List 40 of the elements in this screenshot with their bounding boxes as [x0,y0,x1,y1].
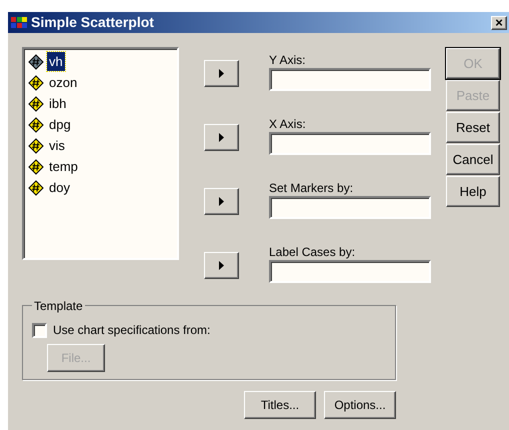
triangle-right-icon [219,197,224,206]
numeric-variable-icon [28,54,44,70]
numeric-variable-icon [28,74,44,90]
close-button[interactable]: × [491,16,507,30]
variable-item[interactable]: ozon [47,72,80,92]
variable-item[interactable]: doy [47,178,72,198]
target-field[interactable] [269,68,431,91]
dialog-button[interactable]: Titles... [244,391,316,419]
dialog-button[interactable]: Cancel [446,144,500,175]
target-field[interactable] [269,260,431,283]
target-label: Label Cases by: [269,245,356,259]
window-title: Simple Scatterplot [31,13,155,32]
triangle-right-icon [219,133,224,142]
variable-item[interactable]: temp [47,156,80,176]
dialog-button[interactable]: Reset [446,112,500,143]
variable-item[interactable]: ibh [47,94,68,114]
target-label: X Axis: [269,117,307,131]
target-label: Y Axis: [269,53,306,67]
move-arrow-button[interactable] [204,124,239,151]
variable-item[interactable]: vh [47,52,65,72]
numeric-variable-icon [28,158,44,174]
numeric-variable-icon [28,96,44,112]
move-arrow-button[interactable] [204,60,239,87]
variable-item[interactable]: dpg [47,114,73,134]
app-icon [11,16,27,30]
numeric-variable-icon [28,138,44,154]
checkbox-label: Use chart specifications from: [53,322,210,339]
numeric-variable-icon [28,180,44,196]
move-arrow-button[interactable] [204,252,239,279]
numeric-variable-icon [28,116,44,132]
variable-item[interactable]: vis [47,136,67,156]
checkbox[interactable] [32,322,47,338]
target-field[interactable] [269,132,431,155]
dialog-button[interactable]: Options... [324,391,396,419]
triangle-right-icon [219,261,224,270]
target-field[interactable] [269,196,431,219]
target-label: Set Markers by: [269,181,354,195]
triangle-right-icon [219,69,224,78]
move-arrow-button[interactable] [204,188,239,215]
dialog-button[interactable]: Help [446,176,500,207]
